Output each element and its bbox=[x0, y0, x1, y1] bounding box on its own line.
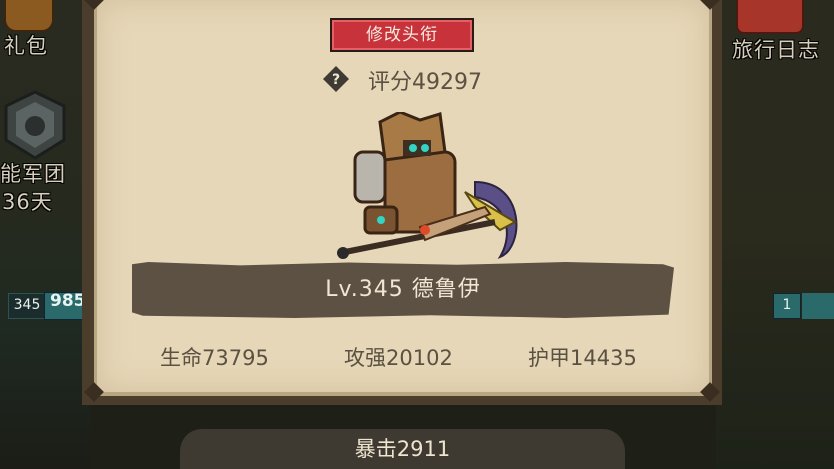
gift-label[interactable]: 礼包 bbox=[4, 30, 48, 60]
guild-label: 能军团 bbox=[0, 162, 66, 186]
journal-label[interactable]: 旅行日志 bbox=[732, 34, 820, 64]
rename-title-button[interactable]: 修改头衔 bbox=[330, 18, 474, 52]
help-icon[interactable]: ? bbox=[323, 66, 349, 92]
stat-attack: 攻强20102 bbox=[344, 346, 453, 370]
right-level-badge: 1 bbox=[773, 293, 801, 319]
left-progress-value: 985 bbox=[50, 291, 86, 311]
hero-druid-figure bbox=[337, 112, 518, 260]
guild-emblem-icon[interactable] bbox=[2, 90, 68, 160]
hero-name: Lv.345 德鲁伊 bbox=[325, 277, 481, 302]
stat-hp: 生命73795 bbox=[160, 346, 269, 370]
right-side-panel bbox=[716, 0, 834, 469]
left-side-panel bbox=[0, 0, 90, 469]
left-level-badge: 345 bbox=[8, 293, 46, 319]
svg-text:?: ? bbox=[332, 72, 340, 88]
stat-crit: 暴击2911 bbox=[354, 437, 451, 461]
right-progress-bar bbox=[802, 293, 834, 319]
power-score: 评分49297 bbox=[368, 70, 482, 95]
gift-icon[interactable] bbox=[4, 0, 54, 32]
guild-days: 36天 bbox=[2, 190, 53, 214]
journal-icon[interactable] bbox=[736, 0, 804, 34]
stat-armor: 护甲14435 bbox=[528, 346, 637, 370]
